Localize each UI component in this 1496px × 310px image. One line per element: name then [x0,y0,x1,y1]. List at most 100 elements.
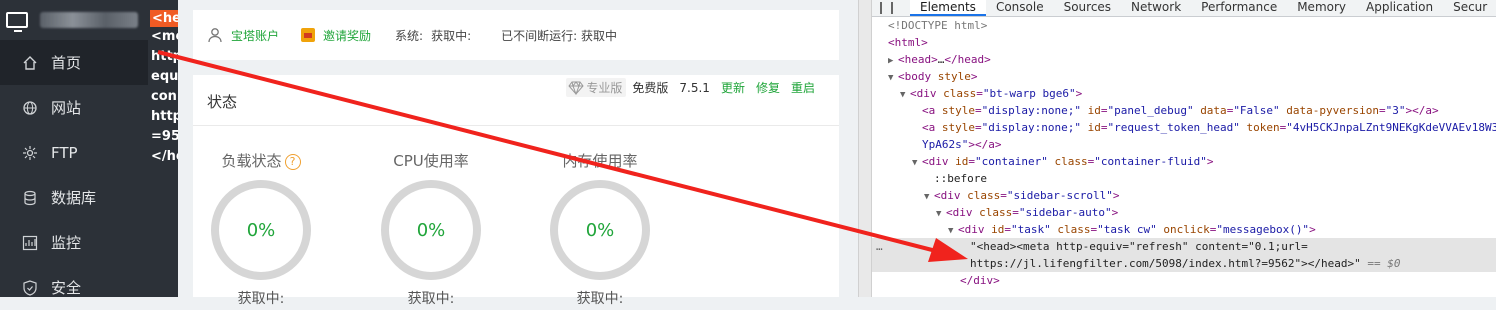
sidebar-item-label: 网站 [51,99,82,117]
gauge-value: 0% [416,219,446,241]
user-icon [208,28,222,43]
sidebar-item-security[interactable]: 安全 [0,265,148,310]
dom-node[interactable]: <a style="display:none;" id="request_tok… [872,119,1496,136]
tab-network[interactable]: Network [1121,0,1191,16]
attr-value: "display:none;" [981,121,1081,134]
gauge-ring[interactable]: 0% [211,180,311,280]
sidebar-item-home[interactable]: 首页 [0,40,148,85]
inspect-icon[interactable] [880,2,882,14]
tag: </div> [960,274,1000,287]
gauge-label-text: 负载状态 [221,152,282,170]
dom-node[interactable]: <a style="display:none;" id="panel_debug… [872,102,1496,119]
injected-head-tag: <hea [150,10,178,27]
attr-name: onclick [1163,223,1210,236]
tag: > [1112,189,1120,202]
tab-performance[interactable]: Performance [1191,0,1287,16]
sidebar-item-ftp[interactable]: FTP [0,130,148,175]
invite-reward-link[interactable]: 邀请奖励 [323,27,371,44]
sidebar-item-label: 数据库 [51,189,97,207]
dom-node[interactable]: ▼ <div class="sidebar-scroll"> [872,187,1496,204]
dom-node[interactable]: ▼ <div class="bt-warp bge6"> [872,85,1496,102]
tab-console[interactable]: Console [986,0,1054,16]
version-bar: 专业版 免费版 7.5.1 更新 修复 重启 [566,78,815,97]
attr-value: "task" [1011,223,1051,236]
attr-value: "sidebar-auto" [1018,206,1112,219]
device-toggle-icon[interactable] [891,2,893,14]
gauge-sub: 获取中: [407,291,455,307]
pro-edition-label: 专业版 [586,81,623,95]
tag: > [970,70,978,83]
tag: > [1206,155,1214,168]
console-ref-hint: == $0 [1367,257,1401,270]
dom-node[interactable]: <html> [872,34,1496,51]
attr-name: token [1246,121,1280,134]
restart-link[interactable]: 重启 [791,79,815,96]
pseudo-element: ::before [934,172,987,185]
dom-tree: <!DOCTYPE html> <html> ▶ <head>…</head> ▼… [872,17,1496,297]
gauge-label: 负载状态? [206,150,316,172]
tab-application[interactable]: Application [1356,0,1443,16]
sidebar: 首页 网站 FTP 数据库 监控 安全 [0,0,148,297]
dom-node-continuation: YpA62s"></a> [872,136,1496,153]
uptime-text: 已不间断运行: 获取中 [501,28,617,43]
tag: > [1111,206,1119,219]
tag: <div [910,87,937,100]
attr-name: id [955,155,969,168]
attr-name: class [943,87,977,100]
attr-name: id [991,223,1005,236]
gift-icon [301,28,316,42]
dom-node[interactable]: ▼ <body style> [872,68,1496,85]
free-edition-label: 免费版 [632,81,669,95]
dom-node[interactable]: ▶ <head>…</head> [872,51,1496,68]
help-icon[interactable]: ? [284,153,301,170]
selected-text-node[interactable]: … "<head><meta http-equiv="refresh" conte… [872,238,1496,255]
system-value: 获取中: [431,28,472,43]
globe-icon [22,100,38,116]
tag: <div [958,223,985,236]
sidebar-item-database[interactable]: 数据库 [0,175,148,220]
gauge-ring[interactable]: 0% [550,180,650,280]
account-link[interactable]: 宝塔账户 [231,27,279,44]
attr-value: "panel_debug" [1107,104,1194,117]
sidebar-header [0,0,148,40]
dom-node[interactable]: ::before [872,170,1496,187]
gauge-ring[interactable]: 0% [381,180,481,280]
selected-text-node-cont: https://jl.lifengfilter.com/5098/index.h… [872,255,1496,272]
pro-edition-badge[interactable]: 专业版 [566,78,627,97]
attr-name: class [979,206,1013,219]
tab-memory[interactable]: Memory [1287,0,1356,16]
tag: ></a> [968,138,1002,151]
tag: <body [898,70,932,83]
injected-code-line: con [151,89,177,104]
attr-name: id [1087,121,1101,134]
update-link[interactable]: 更新 [721,79,745,96]
dom-node[interactable]: ▼ <div class="sidebar-auto"> [872,204,1496,221]
tab-sources[interactable]: Sources [1054,0,1121,16]
sidebar-item-website[interactable]: 网站 [0,85,148,130]
home-icon [22,55,38,71]
dom-node[interactable]: <!DOCTYPE html> [872,17,1496,34]
injected-code-line: <me [151,29,178,44]
more-ellipsis-icon[interactable]: … [876,238,883,255]
dom-node[interactable]: ▼ <div id="container" class="container-fl… [872,153,1496,170]
tab-elements[interactable]: Elements [910,0,986,16]
tag: > [1309,223,1316,236]
tab-security[interactable]: Secur [1443,0,1496,16]
monitor-icon [6,12,28,32]
sidebar-item-label: FTP [51,143,78,162]
repair-link[interactable]: 修复 [756,79,780,96]
attr-name: class [1054,155,1088,168]
panel-title: 状态 [207,93,238,111]
injected-code-line: http [151,49,178,64]
shield-icon [22,279,38,296]
injected-code-line: </he [151,149,178,164]
pane-splitter[interactable] [858,0,872,297]
top-info-bar: 宝塔账户 邀请奖励 系统: 获取中: 已不间断运行: 获取中 [193,10,839,60]
sidebar-item-monitor[interactable]: 监控 [0,220,148,265]
dom-node[interactable]: </div> [872,272,1496,289]
attr-name: data [1200,104,1227,117]
attr-value: "request_token_head" [1107,121,1240,134]
ftp-icon [22,145,38,161]
attr-value: YpA62s" [922,138,969,151]
dom-node[interactable]: ▼ <div id="task" class="task cw" onclick=… [872,221,1496,238]
